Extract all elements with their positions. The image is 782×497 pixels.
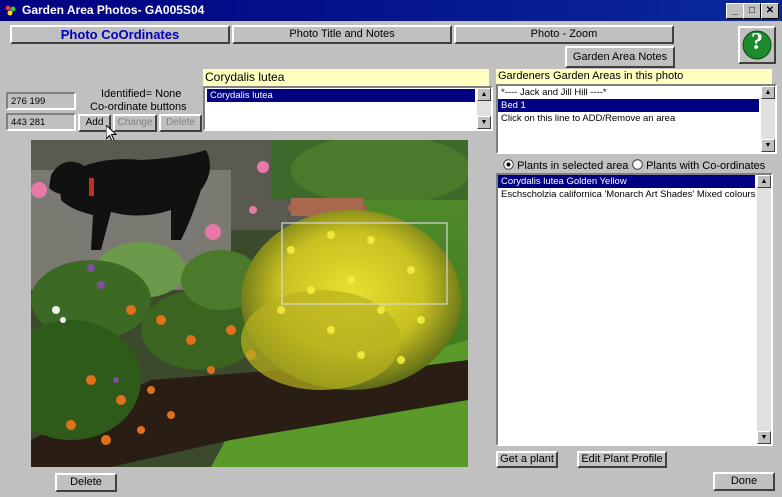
scroll-down-icon[interactable]: ▼ — [761, 139, 775, 152]
title-bar[interactable]: Garden Area Photos- GA005S04 _ □ ✕ — [0, 0, 782, 21]
scroll-up-icon[interactable]: ▲ — [757, 175, 771, 188]
button-label: Delete — [70, 476, 102, 488]
garden-photo[interactable] — [31, 140, 468, 467]
scroll-down-icon[interactable]: ▼ — [477, 116, 491, 129]
tab-label: Photo CoOrdinates — [60, 27, 180, 42]
radio-plants-in-area[interactable]: Plants in selected area — [503, 159, 628, 172]
close-icon: ✕ — [765, 5, 775, 16]
scroll-up-icon[interactable]: ▲ — [761, 86, 775, 99]
coord-value-2: 443 281 — [11, 117, 46, 128]
plant-list[interactable]: Corydalis lutea ▲ ▼ — [203, 86, 493, 131]
radio-plants-with-coordinates[interactable]: Plants with Co-ordinates — [632, 159, 765, 172]
radio-checked-icon — [503, 159, 514, 170]
app-icon — [5, 5, 16, 16]
button-label: Get a plant — [500, 453, 554, 465]
tab-label: Photo - Zoom — [530, 28, 598, 40]
get-a-plant-button[interactable]: Get a plant — [496, 451, 558, 468]
coord-field-1[interactable]: 276 199 — [6, 92, 76, 110]
minimize-button[interactable]: _ — [726, 3, 744, 19]
button-label: Edit Plant Profile — [581, 453, 663, 465]
garden-area-add-remove-item[interactable]: Click on this line to ADD/Remove an area — [498, 112, 759, 125]
button-label: Garden Area Notes — [572, 51, 668, 63]
delete-photo-button[interactable]: Delete — [55, 473, 117, 492]
change-coordinate-button[interactable]: Change — [113, 114, 157, 132]
button-label: Add — [85, 117, 104, 128]
garden-areas-list[interactable]: *---- Jack and Jill Hill ----* Bed 1 Cli… — [496, 84, 777, 154]
radio-unchecked-icon — [632, 159, 643, 170]
close-button[interactable]: ✕ — [761, 3, 779, 19]
scroll-down-icon[interactable]: ▼ — [757, 431, 771, 444]
edit-plant-profile-button[interactable]: Edit Plant Profile — [577, 451, 667, 468]
tab-photo-coordinates[interactable]: Photo CoOrdinates — [10, 25, 230, 44]
maximize-button[interactable]: □ — [743, 3, 761, 19]
garden-area-photos-window: Garden Area Photos- GA005S04 _ □ ✕ Photo… — [0, 0, 782, 497]
garden-area-item[interactable]: *---- Jack and Jill Hill ----* — [498, 86, 759, 99]
garden-areas-header: Gardeners Garden Areas in this photo — [496, 69, 772, 84]
plants-list-scrollbar[interactable]: ▲ ▼ — [757, 175, 771, 444]
garden-area-notes-button[interactable]: Garden Area Notes — [565, 46, 675, 68]
plant-row[interactable]: Eschscholzia californica 'Monarch Art Sh… — [498, 188, 755, 201]
identified-label: Identified= None — [101, 88, 182, 100]
garden-area-item-selected[interactable]: Bed 1 — [498, 99, 759, 112]
window-title: Garden Area Photos- GA005S04 — [22, 3, 205, 17]
plants-list[interactable]: Corydalis lutea Golden Yellow Eschscholz… — [496, 173, 773, 446]
minimize-icon: _ — [732, 5, 738, 16]
plant-list-item[interactable]: Corydalis lutea — [207, 89, 475, 102]
button-label: Delete — [166, 117, 195, 128]
button-label: Change — [117, 117, 153, 128]
done-button[interactable]: Done — [713, 472, 775, 491]
radio-label: Plants in selected area — [517, 160, 629, 172]
tab-photo-zoom[interactable]: Photo - Zoom — [454, 25, 674, 44]
tab-photo-title-notes[interactable]: Photo Title and Notes — [232, 25, 452, 44]
button-label: Done — [730, 475, 758, 487]
delete-coordinate-button[interactable]: Delete — [159, 114, 202, 132]
help-button[interactable]: ? — [738, 26, 776, 64]
maximize-icon: □ — [748, 5, 756, 16]
plant-row-selected[interactable]: Corydalis lutea Golden Yellow — [498, 175, 755, 188]
plant-list-scrollbar[interactable]: ▲ ▼ — [477, 88, 491, 129]
coordinate-buttons-caption: Co-ordinate buttons — [90, 101, 187, 113]
tab-label: Photo Title and Notes — [289, 28, 395, 40]
garden-photo-image — [31, 140, 468, 467]
radio-label: Plants with Co-ordinates — [646, 160, 766, 172]
garden-areas-scrollbar[interactable]: ▲ ▼ — [761, 86, 775, 152]
help-glyph: ? — [751, 29, 763, 55]
coord-value-1: 276 199 — [11, 96, 46, 107]
coord-field-2[interactable]: 443 281 — [6, 113, 76, 131]
selected-plant-header: Corydalis lutea — [203, 69, 489, 86]
scroll-up-icon[interactable]: ▲ — [477, 88, 491, 101]
